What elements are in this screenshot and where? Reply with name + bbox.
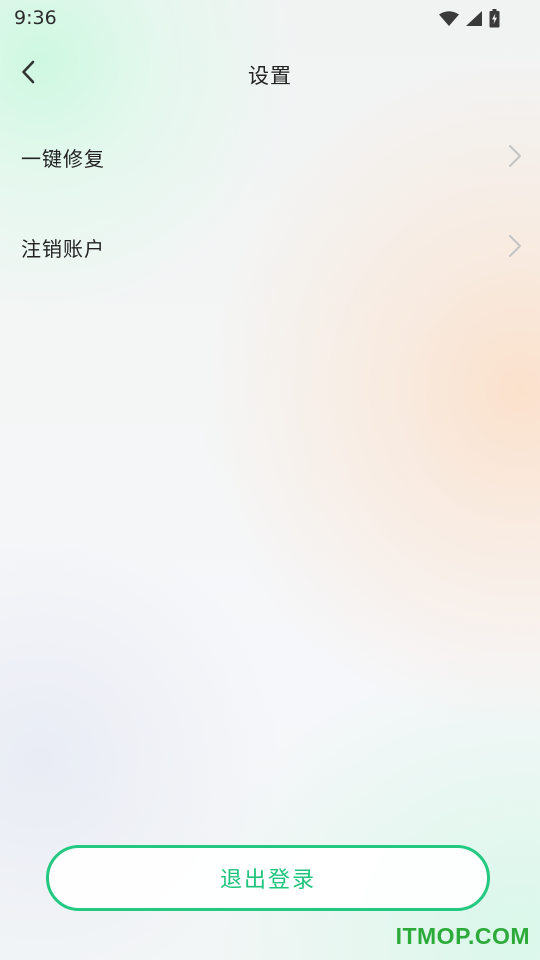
- cellular-signal-icon: [465, 10, 483, 27]
- status-time: 9:36: [14, 7, 57, 29]
- menu-item-one-key-repair[interactable]: 一键修复: [0, 112, 540, 202]
- menu-item-label: 注销账户: [21, 237, 105, 261]
- header: 设置: [0, 48, 540, 100]
- watermark: ITMOP.COM: [395, 923, 530, 949]
- settings-menu: 一键修复 注销账户: [0, 112, 540, 292]
- status-bar: 9:36: [0, 0, 540, 36]
- wifi-icon: [439, 10, 459, 27]
- menu-item-deactivate-account[interactable]: 注销账户: [0, 202, 540, 292]
- logout-button[interactable]: 退出登录: [46, 845, 490, 911]
- menu-item-label: 一键修复: [21, 147, 105, 171]
- battery-charging-icon: [489, 9, 500, 28]
- chevron-right-icon: [508, 144, 522, 172]
- page-title: 设置: [248, 64, 292, 88]
- status-icons: [439, 9, 500, 28]
- chevron-right-icon: [508, 234, 522, 262]
